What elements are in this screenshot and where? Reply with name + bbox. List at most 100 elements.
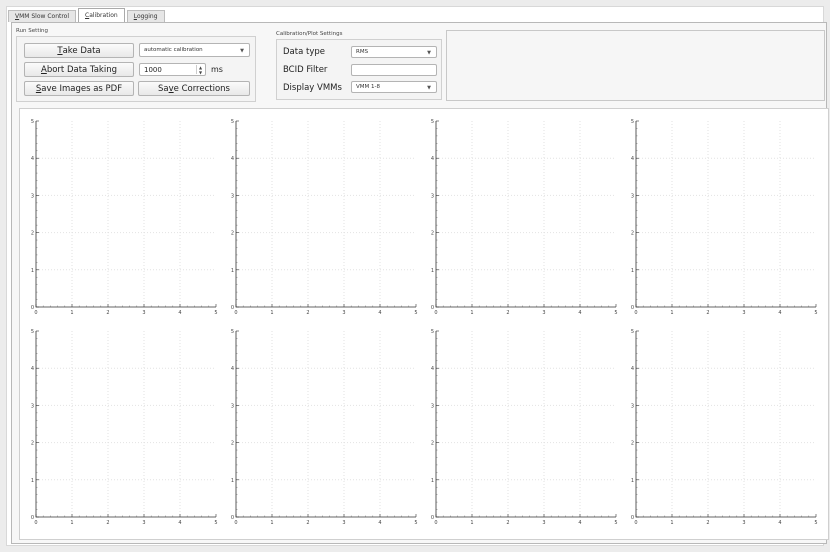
tab-label-rest: alibration [89,12,118,19]
y-tick-label: 5 [31,119,34,125]
display-vmms-combo[interactable]: VMM 1-8 ▼ [351,81,437,93]
y-tick-label: 1 [231,268,234,274]
spin-arrows-icon[interactable]: ▲ ▼ [196,65,204,75]
info-panel [446,30,825,101]
save-corr-pre: Sa [158,83,169,94]
save-corr-post: e Corrections [173,83,230,94]
x-tick-label: 5 [814,520,817,526]
x-tick-label: 1 [670,520,673,526]
y-tick-label: 0 [631,515,634,521]
abort-post: bort Data Taking [46,64,117,75]
x-tick-label: 0 [634,520,637,526]
plot-axes [235,121,416,308]
x-tick-label: 4 [178,310,181,316]
bcid-filter-label: BCID Filter [283,65,328,75]
save-corrections-button[interactable]: Sa v e Corrections [138,81,250,96]
x-tick-label: 5 [814,310,817,316]
x-tick-label: 5 [214,310,217,316]
x-tick-label: 2 [306,310,309,316]
plot-canvas: 00 1 1 2 2 3 3 4 4 5 5 [31,119,218,316]
x-tick-label: 4 [378,520,381,526]
calibration-plot-8[interactable]: 00 1 1 2 2 3 3 4 4 5 5 [630,329,818,527]
y-tick-label: 2 [431,441,434,447]
y-tick-label: 2 [631,441,634,447]
calibration-mode-value: automatic calibration [144,47,203,53]
y-tick-label: 3 [231,193,234,199]
x-tick-label: 5 [614,520,617,526]
x-tick-label: 0 [234,310,237,316]
x-tick-label: 1 [670,310,673,316]
chevron-down-icon: ▼ [427,85,431,91]
y-tick-label: 4 [631,366,634,372]
y-tick-label: 4 [31,366,34,372]
x-tick-label: 0 [434,520,437,526]
take-data-post: ake Data [62,45,101,56]
x-tick-label: 1 [470,310,473,316]
y-tick-label: 3 [631,193,634,199]
abort-data-taking-button[interactable]: Abort Data Taking [24,62,134,77]
y-tick-label: 2 [231,441,234,447]
y-tick-label: 3 [431,403,434,409]
duration-spinbox[interactable]: 1000 ▲ ▼ [139,63,206,76]
y-tick-label: 1 [431,478,434,484]
plot-axes [35,331,216,518]
plot-canvas: 00 1 1 2 2 3 3 4 4 5 5 [31,329,218,526]
tab-vmm-slow-control[interactable]: VMM Slow Control [8,10,77,22]
calibration-plot-7[interactable]: 00 1 1 2 2 3 3 4 4 5 5 [430,329,618,527]
y-tick-label: 5 [231,119,234,125]
plot-axes [435,121,616,308]
y-tick-label: 3 [431,193,434,199]
calibration-mode-combo[interactable]: automatic calibration ▼ [139,43,250,57]
bcid-filter-input[interactable] [351,64,437,76]
display-vmms-label: Display VMMs [283,83,342,93]
x-tick-label: 2 [106,310,109,316]
calibration-plot-4[interactable]: 00 1 1 2 2 3 3 4 4 5 5 [630,119,818,317]
calibration-plot-3[interactable]: 00 1 1 2 2 3 3 4 4 5 5 [430,119,618,317]
x-tick-label: 5 [414,310,417,316]
x-tick-label: 2 [706,310,709,316]
chevron-down-icon: ▼ [240,48,244,54]
data-type-value: RMS [356,49,369,55]
tab-label-rest: ogging [136,13,158,20]
x-tick-label: 5 [614,310,617,316]
y-tick-label: 1 [631,478,634,484]
y-tick-label: 2 [231,231,234,237]
y-tick-label: 4 [431,156,434,162]
calibration-plot-5[interactable]: 00 1 1 2 2 3 3 4 4 5 5 [30,329,218,527]
plot-axes [635,331,816,518]
y-tick-label: 3 [31,193,34,199]
y-tick-label: 4 [231,366,234,372]
chevron-down-icon: ▼ [427,50,431,56]
calibration-plot-6[interactable]: 00 1 1 2 2 3 3 4 4 5 5 [230,329,418,527]
save-images-pdf-button[interactable]: Save Images as PDF [24,81,134,96]
tab-calibration[interactable]: Calibration [78,8,125,22]
y-tick-label: 0 [31,305,34,311]
x-tick-label: 0 [34,310,37,316]
data-type-combo[interactable]: RMS ▼ [351,46,437,58]
x-tick-label: 4 [778,310,781,316]
y-tick-label: 3 [231,403,234,409]
y-tick-label: 1 [431,268,434,274]
y-tick-label: 0 [431,515,434,521]
x-tick-label: 5 [414,520,417,526]
y-tick-label: 1 [31,478,34,484]
x-tick-label: 5 [214,520,217,526]
x-tick-label: 3 [542,520,545,526]
y-tick-label: 5 [431,329,434,335]
plot-canvas: 00 1 1 2 2 3 3 4 4 5 5 [431,119,618,316]
tab-logging[interactable]: Logging [126,10,165,22]
calibration-plot-1[interactable]: 00 1 1 2 2 3 3 4 4 5 5 [30,119,218,317]
y-tick-label: 5 [31,329,34,335]
y-tick-label: 0 [231,515,234,521]
y-tick-label: 4 [31,156,34,162]
x-tick-label: 0 [34,520,37,526]
x-tick-label: 4 [778,520,781,526]
plot-canvas: 00 1 1 2 2 3 3 4 4 5 5 [231,329,418,526]
calibration-plot-2[interactable]: 00 1 1 2 2 3 3 4 4 5 5 [230,119,418,317]
y-tick-label: 3 [631,403,634,409]
plot-canvas: 00 1 1 2 2 3 3 4 4 5 5 [631,329,818,526]
y-tick-label: 2 [31,231,34,237]
y-tick-label: 5 [231,329,234,335]
x-tick-label: 4 [378,310,381,316]
take-data-button[interactable]: Take Data [24,43,134,58]
